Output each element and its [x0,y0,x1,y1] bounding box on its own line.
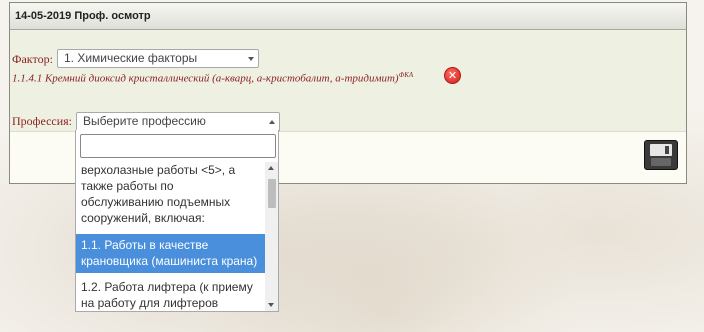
profession-dropdown: верхолазные работы <5>, а также работы п… [75,130,279,312]
factor-select-value: 1. Химические факторы [64,51,198,65]
scroll-up-arrow-icon[interactable] [268,166,274,170]
panel-title: 14-05-2019 Проф. осмотр [10,3,686,30]
option-group-header: верхолазные работы <5>, а также работы п… [81,163,236,225]
save-floppy-icon[interactable] [644,140,678,170]
option-lift-operator[interactable]: 1.2. Работа лифтера (к приему на работу … [76,277,265,311]
profession-label: Профессия: [12,114,72,128]
options-scrollbar[interactable] [265,162,278,311]
scrollbar-thumb[interactable] [268,179,276,208]
factor-label: Фактор: [12,52,53,66]
profession-options-list[interactable]: верхолазные работы <5>, а также работы п… [76,162,265,311]
scroll-down-arrow-icon[interactable] [268,303,274,307]
selected-factor-item: 1.1.4.1 Кремний диоксид кристаллический … [12,71,414,85]
remove-icon[interactable]: ✕ [444,67,461,84]
chevron-up-icon [269,120,275,124]
panel-body: Фактор: 1. Химические факторы 1.1.4.1 Кр… [10,30,686,132]
profession-search-input[interactable] [80,134,276,158]
profession-select-placeholder: Выберите профессию [83,114,206,128]
chevron-down-icon [248,57,254,61]
option-crane-operator[interactable]: 1.1. Работы в качестве крановщика (машин… [76,234,265,273]
item-sup: ФКА [398,71,414,79]
profession-select[interactable]: Выберите профессию [76,112,280,131]
factor-select[interactable]: 1. Химические факторы [57,49,259,68]
